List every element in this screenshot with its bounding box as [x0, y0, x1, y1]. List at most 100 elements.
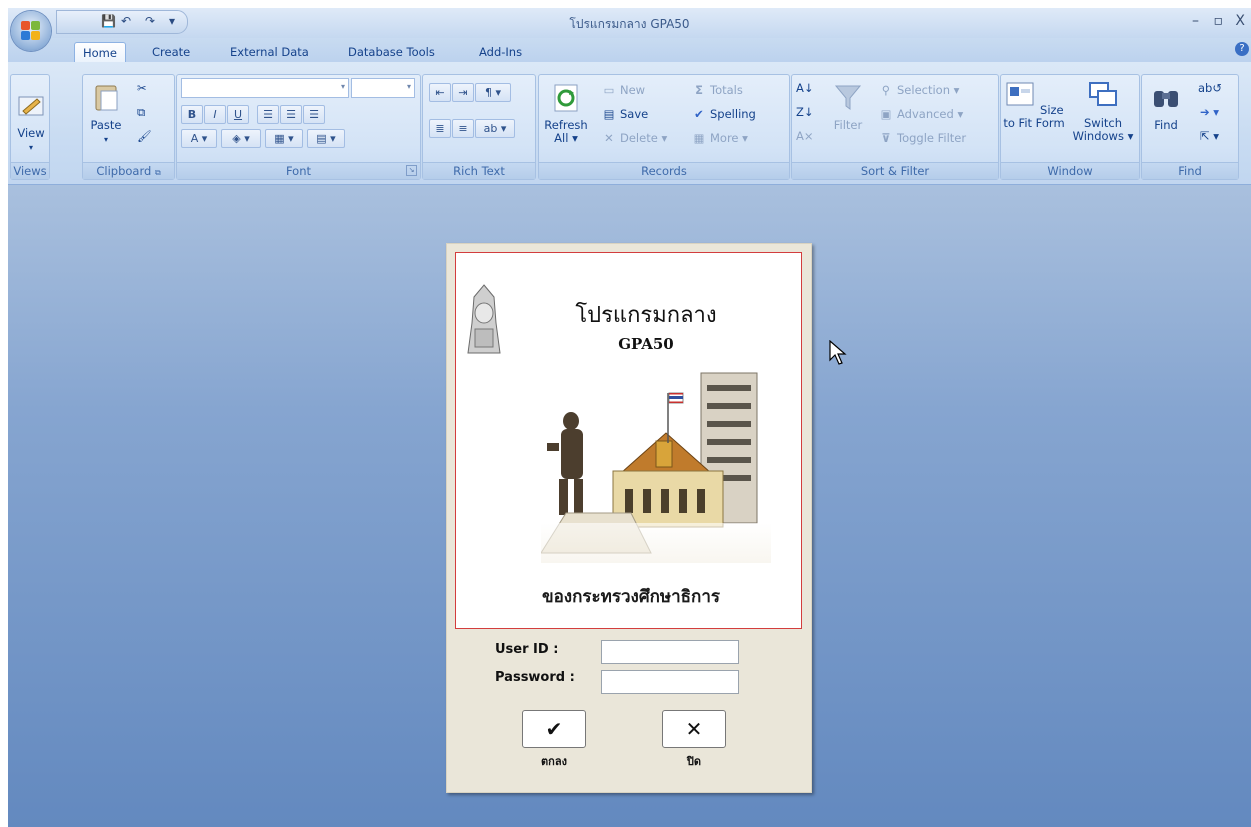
new-record-icon: ▭ [603, 83, 615, 97]
user-id-input[interactable] [601, 640, 739, 664]
sort-filter-group: A↓ Z↓ A⨯ Filter ⚲ Selection ▾ ▣ Advanced ▾… [791, 74, 999, 180]
clipboard-group-label: Clipboard ⧉ [83, 162, 174, 179]
highlight-icon[interactable]: ab ▾ [475, 119, 515, 138]
size-to-fit-form-button[interactable]: Size to Fit Form [1003, 79, 1065, 130]
alternate-fill-icon[interactable]: ▤ ▾ [307, 129, 345, 148]
font-color-icon[interactable]: A ▾ [181, 129, 217, 148]
ministry-seal-icon [467, 284, 501, 354]
close-icon: ✕ [685, 717, 703, 741]
refresh-all-button[interactable]: Refresh All ▾ [542, 81, 590, 145]
increase-indent-icon[interactable]: ⇥ [452, 83, 474, 102]
align-center-icon[interactable]: ☰ [280, 105, 302, 124]
tab-home[interactable]: Home [74, 42, 126, 63]
replace-icon[interactable]: ab↺ [1198, 79, 1222, 97]
size-to-fit-icon [1006, 82, 1034, 106]
bullets-icon[interactable]: ≡ [452, 119, 474, 138]
paragraph-direction-icon[interactable]: ¶ ▾ [475, 83, 511, 102]
binoculars-icon [1154, 91, 1178, 107]
copy-icon[interactable]: ⧉ [137, 103, 145, 121]
help-icon[interactable]: ? [1235, 42, 1249, 56]
ribbon: View ▾ Views Paste ▾ ✂ ⧉ 🖌 Clipboard ⧉ ▾ ▾… [8, 62, 1251, 185]
align-right-icon[interactable]: ☰ [303, 105, 325, 124]
new-record-button[interactable]: ▭ New [601, 81, 646, 99]
design-view-icon [18, 96, 44, 116]
minimize-button[interactable]: – [1192, 13, 1199, 29]
advanced-button[interactable]: ▣ Advanced ▾ [878, 105, 964, 123]
totals-button[interactable]: Σ Totals [691, 81, 743, 99]
fill-color-icon[interactable]: ◈ ▾ [221, 129, 261, 148]
delete-icon: ✕ [604, 131, 614, 145]
select-icon[interactable]: ⇱ ▾ [1200, 127, 1219, 145]
save-record-button[interactable]: ▤ Save [601, 105, 649, 123]
font-group-label: Font [177, 162, 420, 179]
font-size-combo[interactable]: ▾ [351, 78, 415, 98]
rich-text-group: ⇤ ⇥ ¶ ▾ ≣ ≡ ab ▾ Rich Text [422, 74, 536, 180]
tab-create[interactable]: Create [144, 42, 198, 62]
splash-picture: โปรแกรมกลาง GPA50 ของกระทรวงศึกษาธิการ [455, 252, 802, 629]
ok-button[interactable]: ✔ [522, 710, 586, 748]
delete-record-button[interactable]: ✕ Delete ▾ [601, 129, 667, 147]
clipboard-group: Paste ▾ ✂ ⧉ 🖌 Clipboard ⧉ [82, 74, 175, 180]
program-code: GPA50 [618, 335, 674, 353]
cut-icon[interactable]: ✂ [137, 79, 147, 97]
office-logo-icon [21, 21, 41, 41]
rich-text-group-label: Rich Text [423, 162, 535, 179]
save-record-icon: ▤ [603, 107, 615, 121]
tab-database-tools[interactable]: Database Tools [340, 42, 443, 62]
views-group-label: Views [11, 162, 49, 179]
format-painter-icon[interactable]: 🖌 [137, 127, 152, 145]
ministry-name: ของกระทรวงศึกษาธิการ [541, 587, 721, 607]
find-group: Find ab↺ ➔ ▾ ⇱ ▾ Find [1141, 74, 1239, 180]
ministry-building-image [541, 372, 771, 563]
tab-external-data[interactable]: External Data [222, 42, 317, 62]
gridlines-icon[interactable]: ▦ ▾ [265, 129, 303, 148]
view-button[interactable]: View ▾ [13, 89, 49, 154]
close-button[interactable]: ✕ [662, 710, 726, 748]
font-dialog-launcher-icon[interactable]: ↘ [406, 165, 417, 176]
title-bar: 💾 ↶ ↷ ▾ โปรแกรมกลาง GPA50 – ▫ X [8, 8, 1251, 38]
selection-button[interactable]: ⚲ Selection ▾ [878, 81, 960, 99]
more-button[interactable]: ▦ More ▾ [691, 129, 748, 147]
spelling-button[interactable]: ✔ Spelling [691, 105, 756, 123]
align-left-icon[interactable]: ☰ [257, 105, 279, 124]
ok-button-label: ตกลง [541, 755, 567, 768]
tab-add-ins[interactable]: Add-Ins [471, 42, 530, 62]
font-name-combo[interactable]: ▾ [181, 78, 349, 98]
office-button[interactable] [11, 11, 51, 51]
user-id-label: User ID : [495, 642, 559, 657]
find-button[interactable]: Find [1146, 81, 1186, 132]
sort-descending-icon[interactable]: Z↓ [796, 103, 814, 121]
decrease-indent-icon[interactable]: ⇤ [429, 83, 451, 102]
program-title: โปรแกรมกลาง [575, 303, 717, 328]
restore-button[interactable]: ▫ [1214, 13, 1224, 29]
switch-windows-button[interactable]: Switch Windows ▾ [1067, 79, 1139, 143]
ribbon-tabs: Home Create External Data Database Tools… [8, 38, 1251, 63]
password-input[interactable] [601, 670, 739, 694]
toggle-filter-button[interactable]: ⊽ Toggle Filter [878, 129, 966, 147]
numbering-icon[interactable]: ≣ [429, 119, 451, 138]
filter-icon [834, 85, 862, 110]
close-window-button[interactable]: X [1235, 13, 1245, 29]
clear-sort-icon[interactable]: A⨯ [796, 127, 814, 145]
font-group: ▾ ▾ B I U ☰ ☰ ☰ A ▾ ◈ ▾ ▦ ▾ ▤ ▾ Font ↘ [176, 74, 421, 180]
spelling-icon: ✔ [694, 107, 704, 121]
login-form: โปรแกรมกลาง GPA50 ของกระทรวงศึกษาธิการ U… [446, 243, 812, 793]
advanced-filter-icon: ▣ [880, 107, 892, 121]
window-title: โปรแกรมกลาง GPA50 [569, 17, 690, 31]
find-group-label: Find [1142, 162, 1238, 179]
paste-icon [95, 85, 118, 111]
password-label: Password : [495, 670, 575, 685]
paste-button[interactable]: Paste ▾ [87, 81, 125, 146]
sigma-icon: Σ [695, 83, 703, 97]
refresh-icon [554, 84, 578, 112]
underline-button[interactable]: U [227, 105, 249, 124]
views-group: View ▾ Views [10, 74, 50, 180]
records-group: Refresh All ▾ ▭ New ▤ Save ✕ Delete ▾ Σ Total… [538, 74, 790, 180]
check-icon: ✔ [545, 717, 563, 741]
filter-button[interactable]: Filter [826, 81, 870, 132]
bold-button[interactable]: B [181, 105, 203, 124]
sort-ascending-icon[interactable]: A↓ [796, 79, 814, 97]
sort-filter-group-label: Sort & Filter [792, 162, 998, 179]
italic-button[interactable]: I [204, 105, 226, 124]
go-to-icon[interactable]: ➔ ▾ [1200, 103, 1219, 121]
